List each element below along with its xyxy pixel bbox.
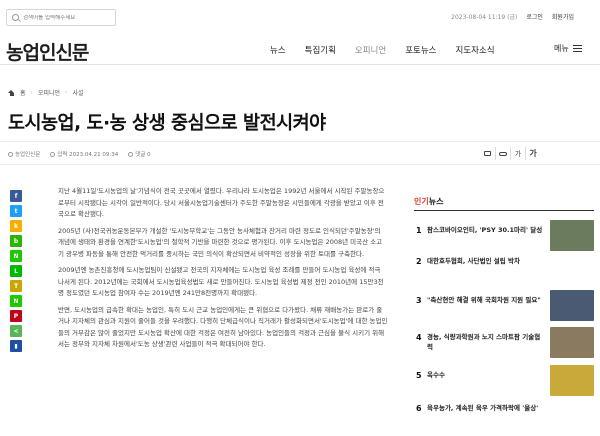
popular-headline[interactable]: 경농, 식량과학원과 노지 스마트팜 기술협력 — [427, 333, 545, 352]
article-paragraph: 2005년 (사)전국귀농운동본부가 개설한 '도시농부학교'는 그동안 농사체… — [58, 226, 383, 258]
naver-blog-icon[interactable]: N — [10, 250, 22, 262]
breadcrumb-separator-icon: › — [65, 89, 68, 96]
popular-rank: 6 — [416, 404, 422, 413]
search-box[interactable] — [6, 9, 116, 26]
breadcrumb: 홈 › 오피니언 › 사설 — [8, 88, 83, 97]
popular-headline[interactable]: 팜스코바이오인티, 'PSY 30.1마리' 달성 — [427, 226, 545, 236]
home-icon[interactable] — [8, 89, 15, 96]
link-icon — [499, 151, 507, 156]
popular-thumbnail[interactable] — [550, 220, 594, 251]
font-increase-button[interactable]: 가 — [525, 147, 540, 160]
popular-rank: 1 — [416, 226, 422, 235]
nav-leader-news[interactable]: 지도자소식 — [455, 44, 494, 56]
popular-rank: 3 — [416, 296, 422, 305]
comment-count[interactable]: 댓글 0 — [128, 150, 151, 158]
print-icon — [484, 151, 491, 156]
search-input[interactable] — [23, 14, 113, 21]
article-paragraph: 반면, 도시농업의 급속한 확대는 농업인, 특히 도시 근교 농업인에게는 큰… — [58, 305, 388, 349]
share-icon[interactable]: < — [10, 325, 22, 337]
popular-thumbnail[interactable] — [550, 365, 594, 396]
popular-headline[interactable]: 옥수수 — [427, 371, 545, 381]
print-button[interactable] — [480, 147, 495, 160]
popular-headline[interactable]: "축산현안 해결 위해 국회차원 지원 필요" — [427, 296, 545, 306]
twitter-icon[interactable]: t — [10, 205, 22, 217]
font-decrease-button[interactable]: 가 — [510, 147, 525, 160]
article-title: 도시농업, 도·농 상생 중심으로 발전시켜야 — [8, 113, 326, 134]
share-bar: f t k b N L T N P < ▮ — [10, 190, 22, 355]
article-paragraph: 2009년엔 농촌진흥청에 도시농업팀이 신설됐고 전국의 지자체에는 도시농업… — [58, 266, 384, 297]
current-date: 2023-08-04 11:19 (금) — [451, 14, 518, 21]
line-icon[interactable]: L — [10, 265, 22, 277]
top-utility-links: 2023-08-04 11:19 (금) 로그인 회원가입 — [451, 12, 574, 21]
clock-icon — [50, 152, 56, 157]
login-link[interactable]: 로그인 — [526, 12, 543, 21]
site-logo[interactable]: 농업인신문 — [6, 38, 89, 65]
article-meta: 농업인신문 입력 2023.04.21 09:34 댓글 0 — [8, 150, 151, 158]
popular-headline[interactable]: 육우농가, 계속된 육우 가격하락에 '울상' — [427, 404, 592, 414]
breadcrumb-section[interactable]: 오피니언 — [38, 88, 60, 97]
breadcrumb-sub[interactable]: 사설 — [72, 88, 83, 97]
nav-opinion[interactable]: 오피니언 — [355, 44, 386, 56]
bookmark-icon[interactable]: ▮ — [10, 340, 22, 352]
naver-band-icon[interactable]: b — [10, 235, 22, 247]
popular-headline[interactable]: 대한호두협회, 사단법인 설립 박차 — [427, 257, 592, 267]
search-icon[interactable] — [12, 14, 19, 21]
popular-rank: 4 — [416, 333, 422, 342]
hamburger-icon — [572, 45, 582, 52]
nav-special[interactable]: 특집기획 — [305, 44, 336, 56]
article-meta-bar: 농업인신문 입력 2023.04.21 09:34 댓글 0 가 가 — [0, 141, 600, 165]
nav-news[interactable]: 뉴스 — [270, 44, 286, 56]
breadcrumb-separator-icon: › — [30, 89, 33, 96]
menu-button[interactable]: 메뉴 — [554, 43, 582, 54]
popular-thumbnail[interactable] — [550, 290, 594, 321]
popular-divider — [414, 210, 594, 211]
naver-icon[interactable]: N — [10, 295, 22, 307]
menu-label: 메뉴 — [554, 44, 569, 53]
comment-icon — [128, 152, 134, 157]
popular-rank: 5 — [416, 371, 422, 380]
user-icon — [8, 152, 13, 157]
article-tools: 가 가 — [480, 147, 540, 160]
article-body: 지난 4월11일'도시농업의 날'기념식이 전국 곳곳에서 열렸다. 우리나라 … — [58, 186, 388, 356]
facebook-icon[interactable]: f — [10, 190, 22, 202]
popular-thumbnail[interactable] — [550, 327, 594, 358]
pinterest-icon[interactable]: P — [10, 310, 22, 322]
popular-news-title: 인기뉴스 — [414, 197, 444, 206]
nav-photo-news[interactable]: 포토뉴스 — [405, 44, 436, 56]
kakaostory-icon[interactable]: k — [10, 220, 22, 232]
kakaotalk-icon[interactable]: T — [10, 280, 22, 292]
popular-rank: 2 — [416, 257, 422, 266]
published-time: 입력 2023.04.21 09:34 — [50, 150, 118, 158]
copy-link-button[interactable] — [495, 147, 510, 160]
article-paragraph: 지난 4월11일'도시농업의 날'기념식이 전국 곳곳에서 열렸다. 우리나라 … — [58, 187, 385, 218]
main-nav: 뉴스 특집기획 오피니언 포토뉴스 지도자소식 — [270, 44, 514, 56]
site-header: 농업인신문 뉴스 특집기획 오피니언 포토뉴스 지도자소식 메뉴 — [0, 34, 600, 65]
signup-link[interactable]: 회원가입 — [552, 12, 574, 21]
top-bar: 2023-08-04 11:19 (금) 로그인 회원가입 — [0, 0, 600, 34]
breadcrumb-home[interactable]: 홈 — [20, 88, 26, 97]
author: 농업인신문 — [8, 150, 40, 158]
